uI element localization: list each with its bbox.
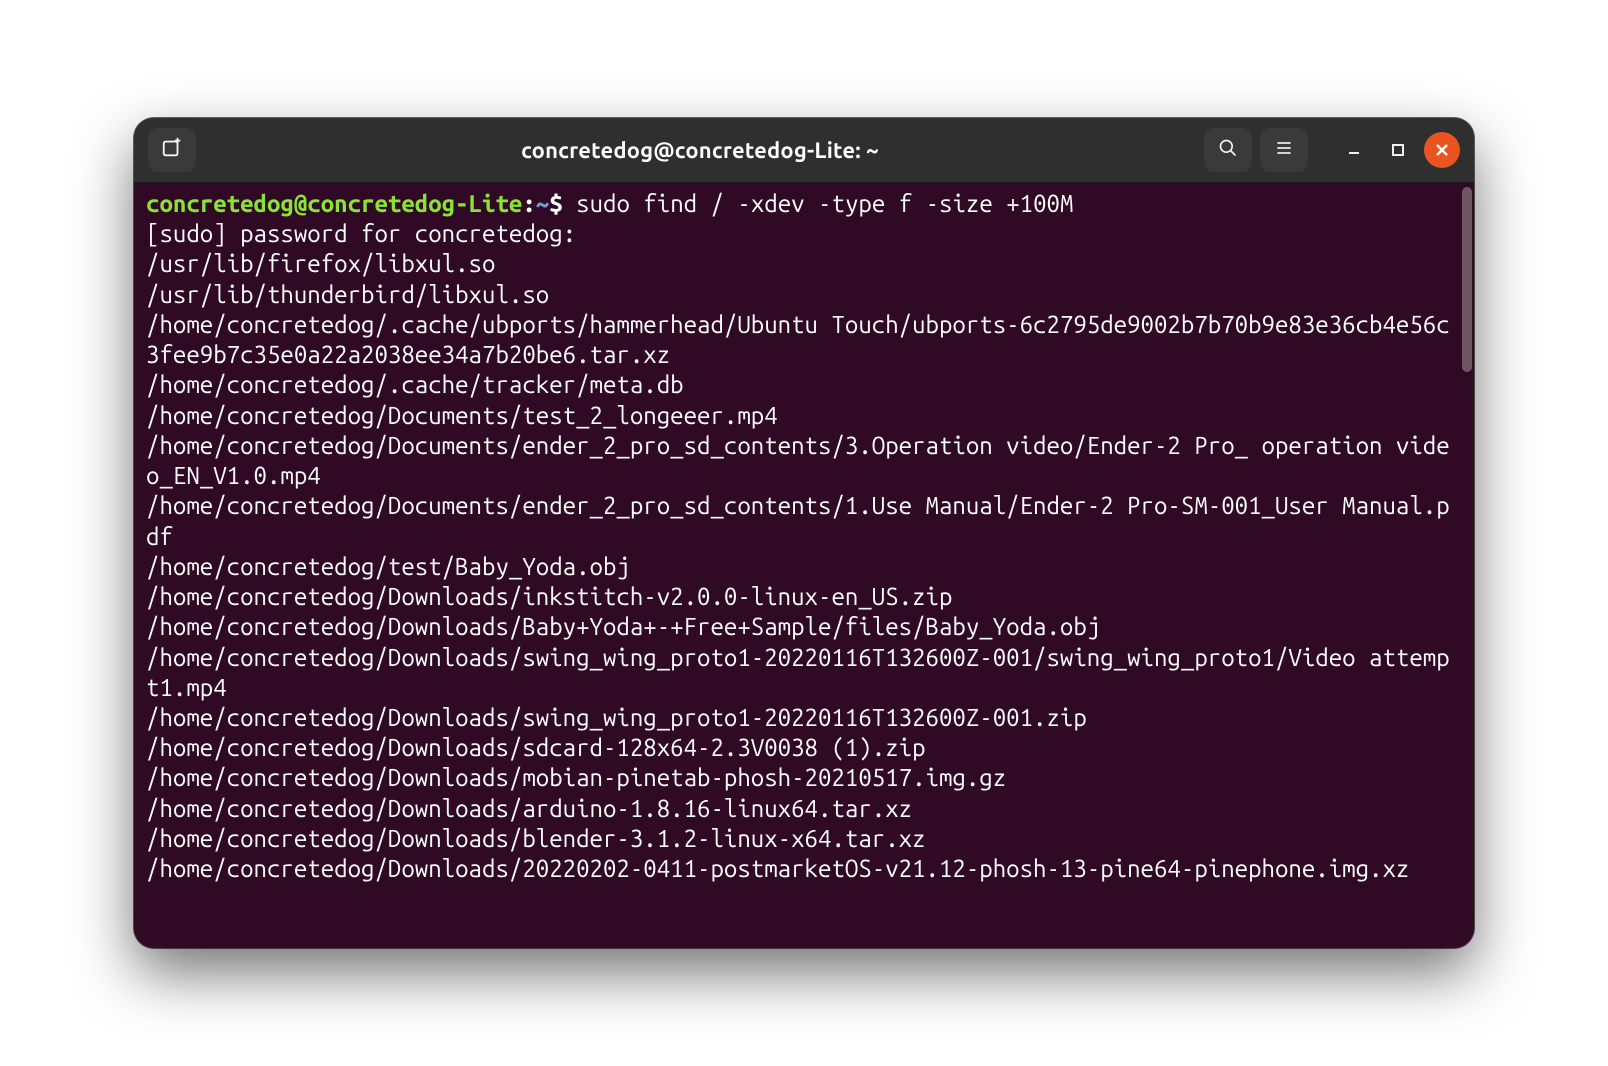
output-line: /home/concretedog/Downloads/blender-3.1.…	[146, 825, 926, 852]
new-tab-icon	[161, 137, 183, 163]
maximize-icon	[1391, 143, 1405, 157]
output-line: /home/concretedog/.cache/ubports/hammerh…	[146, 311, 1450, 368]
prompt-sep1: :	[522, 190, 535, 217]
terminal-content: concretedog@concretedog-Lite:~$ sudo fin…	[146, 189, 1462, 884]
prompt-sep2: $	[549, 190, 562, 217]
output-line: /usr/lib/firefox/libxul.so	[146, 250, 495, 277]
close-icon	[1435, 143, 1449, 157]
titlebar: concretedog@concretedog-Lite: ~	[134, 118, 1474, 183]
output-line: /home/concretedog/Documents/ender_2_pro_…	[146, 432, 1450, 489]
output-line: /home/concretedog/Downloads/inkstitch-v2…	[146, 583, 952, 610]
window-title: concretedog@concretedog-Lite: ~	[204, 138, 1196, 163]
new-tab-button[interactable]	[148, 128, 196, 172]
output-line: /home/concretedog/Downloads/swing_wing_p…	[146, 644, 1450, 701]
minimize-button[interactable]	[1336, 132, 1372, 168]
hamburger-icon	[1274, 138, 1294, 162]
menu-button[interactable]	[1260, 128, 1308, 172]
output-line: /home/concretedog/test/Baby_Yoda.obj	[146, 553, 630, 580]
terminal-window: concretedog@concretedog-Lite: ~	[134, 118, 1474, 948]
prompt-path: ~	[536, 190, 549, 217]
scrollbar[interactable]	[1460, 183, 1474, 948]
output-line: /home/concretedog/Downloads/20220202-041…	[146, 855, 1409, 882]
output-line: /home/concretedog/Documents/test_2_longe…	[146, 402, 778, 429]
output-line: /home/concretedog/Downloads/Baby+Yoda+-+…	[146, 613, 1100, 640]
output-line: /home/concretedog/Downloads/swing_wing_p…	[146, 704, 1087, 731]
search-button[interactable]	[1204, 128, 1252, 172]
minimize-icon	[1346, 142, 1362, 158]
terminal-body[interactable]: concretedog@concretedog-Lite:~$ sudo fin…	[134, 183, 1474, 948]
prompt-user-host: concretedog@concretedog-Lite	[146, 190, 522, 217]
output-line: /home/concretedog/Downloads/arduino-1.8.…	[146, 795, 912, 822]
output-line: /home/concretedog/Documents/ender_2_pro_…	[146, 492, 1450, 549]
scrollbar-thumb[interactable]	[1462, 187, 1472, 372]
close-button[interactable]	[1424, 132, 1460, 168]
output-line: [sudo] password for concretedog:	[146, 220, 576, 247]
output-line: /home/concretedog/Downloads/mobian-pinet…	[146, 764, 1006, 791]
output-line: /home/concretedog/Downloads/sdcard-128x6…	[146, 734, 926, 761]
search-icon	[1218, 138, 1238, 162]
output-line: /usr/lib/thunderbird/libxul.so	[146, 281, 549, 308]
output-line: /home/concretedog/.cache/tracker/meta.db	[146, 371, 684, 398]
command-text: sudo find / -xdev -type f -size +100M	[576, 190, 1073, 217]
maximize-button[interactable]	[1380, 132, 1416, 168]
